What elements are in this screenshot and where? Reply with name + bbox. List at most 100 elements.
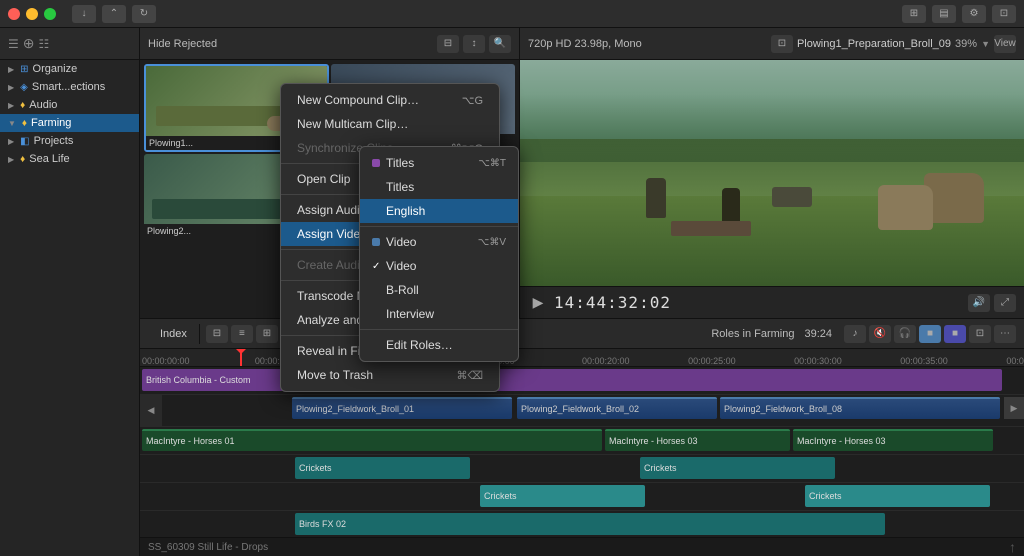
minimize-button[interactable] bbox=[26, 8, 38, 20]
volume-icon[interactable]: 🔊 bbox=[968, 294, 990, 312]
clip-birds-fx[interactable]: Birds FX 02 bbox=[295, 513, 885, 535]
filter-btn[interactable]: ⊟ bbox=[437, 35, 459, 53]
ruler-mark-7: 00:00:35:00 bbox=[900, 356, 948, 366]
view-btn[interactable]: View bbox=[994, 35, 1016, 53]
grid-view-btn[interactable]: ⊞ bbox=[256, 325, 278, 343]
sm-broll[interactable]: B-Roll bbox=[360, 278, 518, 302]
list-view-btn[interactable]: ≡ bbox=[231, 325, 253, 343]
sidebar-item-audio[interactable]: ▶ ♦ Audio bbox=[0, 96, 139, 114]
main-layout: ☰ ⊕ ☷ ▶ ⊞ Organize ▶ ◈ Smart...ections ▶… bbox=[0, 28, 1024, 556]
track-row-crickets-1: Crickets Crickets bbox=[140, 455, 1024, 483]
timeline-opt-btn2[interactable]: ■ bbox=[944, 325, 966, 343]
preview-panel: 720p HD 23.98p, Mono ⊡ Plowing1_Preparat… bbox=[520, 28, 1024, 318]
sm-shortcut: ⌥⌘V bbox=[478, 237, 506, 248]
layout-icon[interactable]: ▤ bbox=[932, 5, 956, 23]
timeline-opt-btn[interactable]: ■ bbox=[919, 325, 941, 343]
index-tab[interactable]: Index bbox=[148, 324, 200, 344]
close-button[interactable] bbox=[8, 8, 20, 20]
clip-view-btn[interactable]: ⊟ bbox=[206, 325, 228, 343]
sm-label: Titles bbox=[386, 180, 414, 194]
sidebar-item-smart[interactable]: ▶ ◈ Smart...ections bbox=[0, 78, 139, 96]
sm-label: Video bbox=[386, 259, 416, 273]
mute-btn[interactable]: 🔇 bbox=[869, 325, 891, 343]
forest-bg bbox=[520, 94, 1024, 162]
timeline-tracks: British Columbia - Custom ◀ Plowing2_Fie… bbox=[140, 367, 1024, 537]
titlebar-icons: ↓ ⌃ ↻ bbox=[72, 5, 156, 23]
timeline-right-btns: ♪ 🔇 🎧 ■ ■ ⊡ ⋯ bbox=[844, 325, 1016, 343]
clip-plowing2[interactable]: Plowing2_Fieldwork_Broll_02 bbox=[517, 397, 717, 419]
sm-video-1[interactable]: Video ⌥⌘V bbox=[360, 230, 518, 254]
sm-titles-2[interactable]: Titles bbox=[360, 175, 518, 199]
browser-toolbar-right: ⊟ ↕ 🔍 bbox=[437, 35, 511, 53]
titles-dot-icon bbox=[372, 159, 380, 167]
sidebar-item-label: Farming bbox=[31, 117, 71, 129]
preview-toolbar-right: ⊡ Plowing1_Preparation_Broll_09 39% ▼ Vi… bbox=[771, 35, 1016, 53]
sidebar-add-icon[interactable]: ⊕ bbox=[23, 35, 35, 52]
sort-btn[interactable]: ↕ bbox=[463, 35, 485, 53]
sm-sep-1 bbox=[360, 226, 518, 227]
audio-btn[interactable]: ♪ bbox=[844, 325, 866, 343]
clip-crickets-1b[interactable]: Crickets bbox=[640, 457, 835, 479]
sm-label: English bbox=[386, 204, 425, 218]
smart-icon: ◈ bbox=[20, 82, 28, 93]
titlebar-right: ⊞ ▤ ⚙ ⊡ bbox=[902, 5, 1016, 23]
clip-crickets-2a[interactable]: Crickets bbox=[480, 485, 645, 507]
chevron-icon: ▶ bbox=[8, 101, 14, 110]
sm-titles-1[interactable]: Titles ⌥⌘T bbox=[360, 151, 518, 175]
clip-horses-01[interactable]: MacIntyre - Horses 01 bbox=[142, 429, 602, 451]
duration-label: 39:24 bbox=[804, 328, 832, 340]
sidebar-item-farming[interactable]: ▼ ♦ Farming bbox=[0, 114, 139, 132]
download-icon[interactable]: ↓ bbox=[72, 5, 96, 23]
clip-crickets-1a[interactable]: Crickets bbox=[295, 457, 470, 479]
clip-plowing1[interactable]: Plowing2_Fieldwork_Broll_01 bbox=[292, 397, 512, 419]
fullscreen-icon[interactable]: ⤢ bbox=[994, 294, 1016, 312]
timeline-export-btn[interactable]: ⊡ bbox=[969, 325, 991, 343]
cm-move-trash[interactable]: Move to Trash ⌘⌫ bbox=[281, 363, 499, 387]
window-icon[interactable]: ⊡ bbox=[992, 5, 1016, 23]
timeline-ruler: 00:00:00:00 00:00:05:00 00:00:10:00 00:0… bbox=[140, 349, 1024, 367]
headphone-btn[interactable]: 🎧 bbox=[894, 325, 916, 343]
cm-new-compound[interactable]: New Compound Clip… ⌥G bbox=[281, 88, 499, 112]
timeline-more-btn[interactable]: ⋯ bbox=[994, 325, 1016, 343]
clip-bc-custom[interactable]: British Columbia - Custom bbox=[142, 369, 1002, 391]
key-icon[interactable]: ⌃ bbox=[102, 5, 126, 23]
settings-icon[interactable]: ⚙ bbox=[962, 5, 986, 23]
play-button[interactable]: ▶ bbox=[528, 293, 548, 313]
clip-horses-03b[interactable]: MacIntyre - Horses 03 bbox=[793, 429, 993, 451]
display-icon[interactable]: ⊞ bbox=[902, 5, 926, 23]
plow bbox=[671, 221, 751, 236]
clip-plowing3[interactable]: Plowing2_Fieldwork_Broll_08 bbox=[720, 397, 1000, 419]
chevron-icon: ▶ bbox=[8, 83, 14, 92]
submenu: Titles ⌥⌘T Titles English Video bbox=[359, 146, 519, 362]
track-content-crickets-2: Crickets Crickets bbox=[140, 483, 1024, 510]
cm-new-multicam[interactable]: New Multicam Clip… bbox=[281, 112, 499, 136]
organize-icon: ⊞ bbox=[20, 64, 28, 75]
sidebar-item-projects[interactable]: ▶ ◧ Projects bbox=[0, 132, 139, 150]
browser-area: Hide Rejected ⊟ ↕ 🔍 Plowing1... bbox=[140, 28, 1024, 319]
maximize-button[interactable] bbox=[44, 8, 56, 20]
clip-crickets-2b[interactable]: Crickets bbox=[805, 485, 990, 507]
sm-english[interactable]: English bbox=[360, 199, 518, 223]
ruler-mark-0: 00:00:00:00 bbox=[142, 356, 190, 366]
preview-video bbox=[520, 60, 1024, 286]
track-nav-left[interactable]: ◀ bbox=[140, 395, 162, 426]
resolution-label: 720p HD 23.98p, Mono bbox=[528, 38, 642, 50]
person-2 bbox=[722, 188, 740, 223]
truck bbox=[772, 187, 812, 207]
sidebar-item-organize[interactable]: ▶ ⊞ Organize bbox=[0, 60, 139, 78]
monitor-icon[interactable]: ⊡ bbox=[771, 35, 793, 53]
hide-rejected-label[interactable]: Hide Rejected bbox=[148, 38, 217, 50]
sm-edit-roles[interactable]: Edit Roles… bbox=[360, 333, 518, 357]
track-nav-right[interactable]: ▶ bbox=[1004, 397, 1024, 419]
sidebar-filter-icon[interactable]: ☷ bbox=[39, 37, 50, 51]
sm-interview[interactable]: Interview bbox=[360, 302, 518, 326]
sync-icon[interactable]: ↻ bbox=[132, 5, 156, 23]
search-btn[interactable]: 🔍 bbox=[489, 35, 511, 53]
preview-toolbar: 720p HD 23.98p, Mono ⊡ Plowing1_Preparat… bbox=[520, 28, 1024, 60]
library-panel: Hide Rejected ⊟ ↕ 🔍 Plowing1... bbox=[140, 28, 1024, 556]
sm-video-2[interactable]: ✓ Video bbox=[360, 254, 518, 278]
audio-icon: ♦ bbox=[20, 100, 25, 111]
horse-2 bbox=[878, 185, 933, 230]
clip-horses-03a[interactable]: MacIntyre - Horses 03 bbox=[605, 429, 790, 451]
sidebar-item-sealife[interactable]: ▶ ♦ Sea Life bbox=[0, 150, 139, 168]
